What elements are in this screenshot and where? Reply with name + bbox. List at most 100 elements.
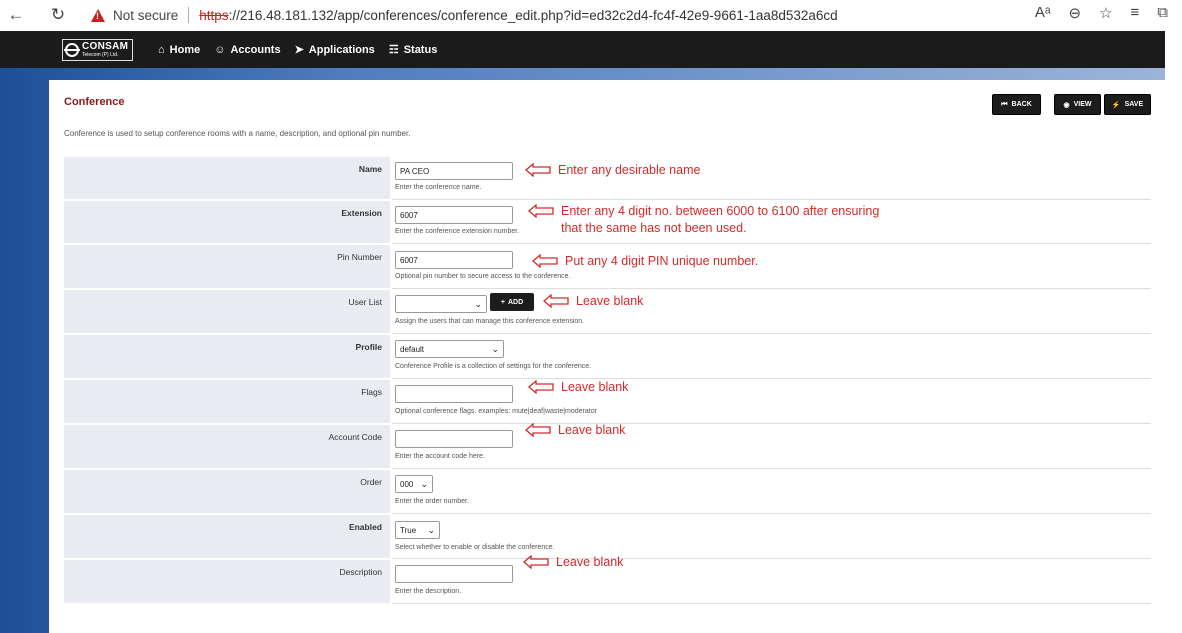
name-label: Name: [358, 164, 382, 174]
profile-select[interactable]: default ⌄: [395, 340, 504, 358]
profile-label: Profile: [355, 342, 382, 352]
chevron-down-icon: ⌄: [474, 299, 482, 309]
chevron-down-icon: ⌄: [491, 344, 499, 354]
page-description: Conference is used to setup conference r…: [64, 129, 411, 138]
enabled-hint: Select whether to enable or disable the …: [395, 544, 555, 551]
account-code-label: Account Code: [328, 432, 382, 442]
user-list-select[interactable]: ⌄: [395, 295, 487, 313]
address-bar[interactable]: https://216.48.181.132/app/conferences/c…: [199, 8, 837, 23]
save-button-label: SAVE: [1124, 101, 1144, 108]
pin-input[interactable]: 6007: [395, 251, 513, 269]
nav-accounts[interactable]: ☺ Accounts: [214, 44, 280, 56]
nav-status-label: Status: [403, 43, 438, 56]
left-arrow-icon: [528, 204, 554, 218]
extension-input[interactable]: 6007: [395, 206, 513, 224]
annotation-name-text: Enter any desirable name: [558, 163, 701, 177]
chevron-down-icon: ⌄: [427, 525, 435, 535]
nav-accounts-label: Accounts: [230, 43, 281, 56]
url-path: ://216.48.181.132/app/conferences/confer…: [228, 7, 838, 23]
name-input[interactable]: PA CEO: [395, 162, 513, 180]
description-input[interactable]: [395, 565, 513, 583]
extension-label: Extension: [341, 208, 382, 218]
annotation-flags-text: Leave blank: [561, 380, 629, 394]
name-hint: Enter the conference name.: [395, 184, 482, 191]
account-code-hint: Enter the account code here.: [395, 453, 485, 460]
annotation-extension-line1: Enter any 4 digit no. between 6000 to 61…: [561, 204, 880, 218]
back-arrow-icon[interactable]: ←: [5, 4, 27, 26]
eye-icon: ◉: [1063, 101, 1070, 109]
enabled-select[interactable]: True ⌄: [395, 521, 440, 539]
url-divider: [188, 7, 190, 23]
description-label: Description: [339, 567, 382, 577]
left-arrow-icon: [528, 380, 554, 394]
plus-icon: +: [500, 298, 505, 306]
annotation-name: Enter any desirable name: [525, 162, 700, 179]
view-button[interactable]: ◉ VIEW: [1054, 94, 1101, 115]
user-list-label: User List: [348, 297, 382, 307]
account-code-input[interactable]: [395, 430, 513, 448]
chart-icon: ☶: [388, 44, 399, 56]
annotation-account-code: Leave blank: [525, 422, 625, 439]
annotation-extension-line2: that the same has not been used.: [561, 221, 747, 235]
collections-icon[interactable]: ⧉: [1157, 4, 1168, 22]
nav-home[interactable]: ⌂ Home: [158, 44, 200, 56]
annotation-user-list: Leave blank: [543, 293, 643, 310]
form-row-order: Order 000 ⌄ Enter the order number.: [64, 469, 1151, 514]
extension-hint: Enter the conference extension number.: [395, 228, 520, 235]
form-row-profile: Profile default ⌄ Conference Profile is a…: [64, 334, 1151, 379]
description-hint: Enter the description.: [395, 588, 462, 595]
flags-label: Flags: [361, 387, 382, 397]
flags-hint: Optional conference flags. examples: mut…: [395, 408, 597, 415]
nav-applications-label: Applications: [308, 43, 375, 56]
browser-toolbar: ← ↻ Not secure https://216.48.181.132/ap…: [0, 0, 1182, 30]
left-arrow-icon: [523, 555, 549, 569]
security-status[interactable]: Not secure: [113, 8, 178, 23]
order-select[interactable]: 000 ⌄: [395, 475, 433, 493]
home-icon: ⌂: [158, 43, 165, 56]
annotation-extension: Enter any 4 digit no. between 6000 to 61…: [528, 203, 879, 237]
annotation-pin-text: Put any 4 digit PIN unique number.: [565, 254, 759, 268]
nav-status[interactable]: ☶ Status: [388, 43, 438, 57]
back-button-label: BACK: [1011, 101, 1032, 108]
read-aloud-icon[interactable]: Aᵃ: [1035, 4, 1051, 22]
left-arrow-icon: [543, 294, 569, 308]
save-button[interactable]: ⚡ SAVE: [1104, 94, 1151, 115]
profile-hint: Conference Profile is a collection of se…: [395, 363, 592, 370]
annotation-user-list-text: Leave blank: [576, 294, 644, 308]
chevron-down-icon: ⌄: [420, 479, 428, 489]
reload-icon[interactable]: ↻: [47, 4, 69, 26]
pin-label: Pin Number: [337, 252, 382, 262]
annotation-description-text: Leave blank: [556, 555, 624, 569]
zoom-icon[interactable]: ⊖: [1068, 4, 1081, 22]
enabled-value: True: [400, 526, 417, 535]
add-button-label: ADD: [507, 298, 524, 306]
form-row-enabled: Enabled True ⌄ Select whether to enable o…: [64, 514, 1151, 559]
bolt-icon: ⚡: [1111, 101, 1121, 109]
order-label: Order: [360, 477, 382, 487]
favorites-list-icon[interactable]: ≡: [1131, 4, 1140, 22]
flags-input[interactable]: [395, 385, 513, 403]
back-button[interactable]: ⏮ BACK: [992, 94, 1041, 115]
profile-value: default: [400, 345, 425, 354]
favorite-icon[interactable]: ☆: [1099, 4, 1112, 22]
logo[interactable]: CONSAM Telecom (P) Ltd.: [62, 39, 133, 61]
order-value: 000: [400, 480, 414, 489]
paper-plane-icon: ➤: [294, 44, 304, 56]
logo-mark-icon: [64, 43, 80, 57]
left-arrow-icon: [532, 254, 558, 268]
view-button-label: VIEW: [1073, 101, 1092, 108]
add-user-button[interactable]: + ADD: [490, 293, 534, 311]
order-hint: Enter the order number.: [395, 498, 469, 505]
logo-subtitle: Telecom (P) Ltd.: [82, 52, 119, 58]
app-navbar: CONSAM Telecom (P) Ltd. ⌂ Home ☺ Accounts …: [0, 31, 1165, 69]
pin-hint: Optional pin number to secure access to …: [395, 273, 571, 280]
warning-icon: [91, 8, 105, 22]
back-icon: ⏮: [1001, 100, 1008, 108]
browser-tools: Aᵃ ⊖ ☆ ≡ ⧉: [1035, 4, 1168, 22]
user-icon: ☺: [214, 43, 226, 56]
annotation-flags: Leave blank: [528, 379, 628, 396]
left-arrow-icon: [525, 163, 551, 177]
nav-applications[interactable]: ➤ Applications: [294, 43, 375, 57]
user-list-hint: Assign the users that can manage this co…: [395, 318, 585, 325]
annotation-account-code-text: Leave blank: [558, 423, 626, 437]
